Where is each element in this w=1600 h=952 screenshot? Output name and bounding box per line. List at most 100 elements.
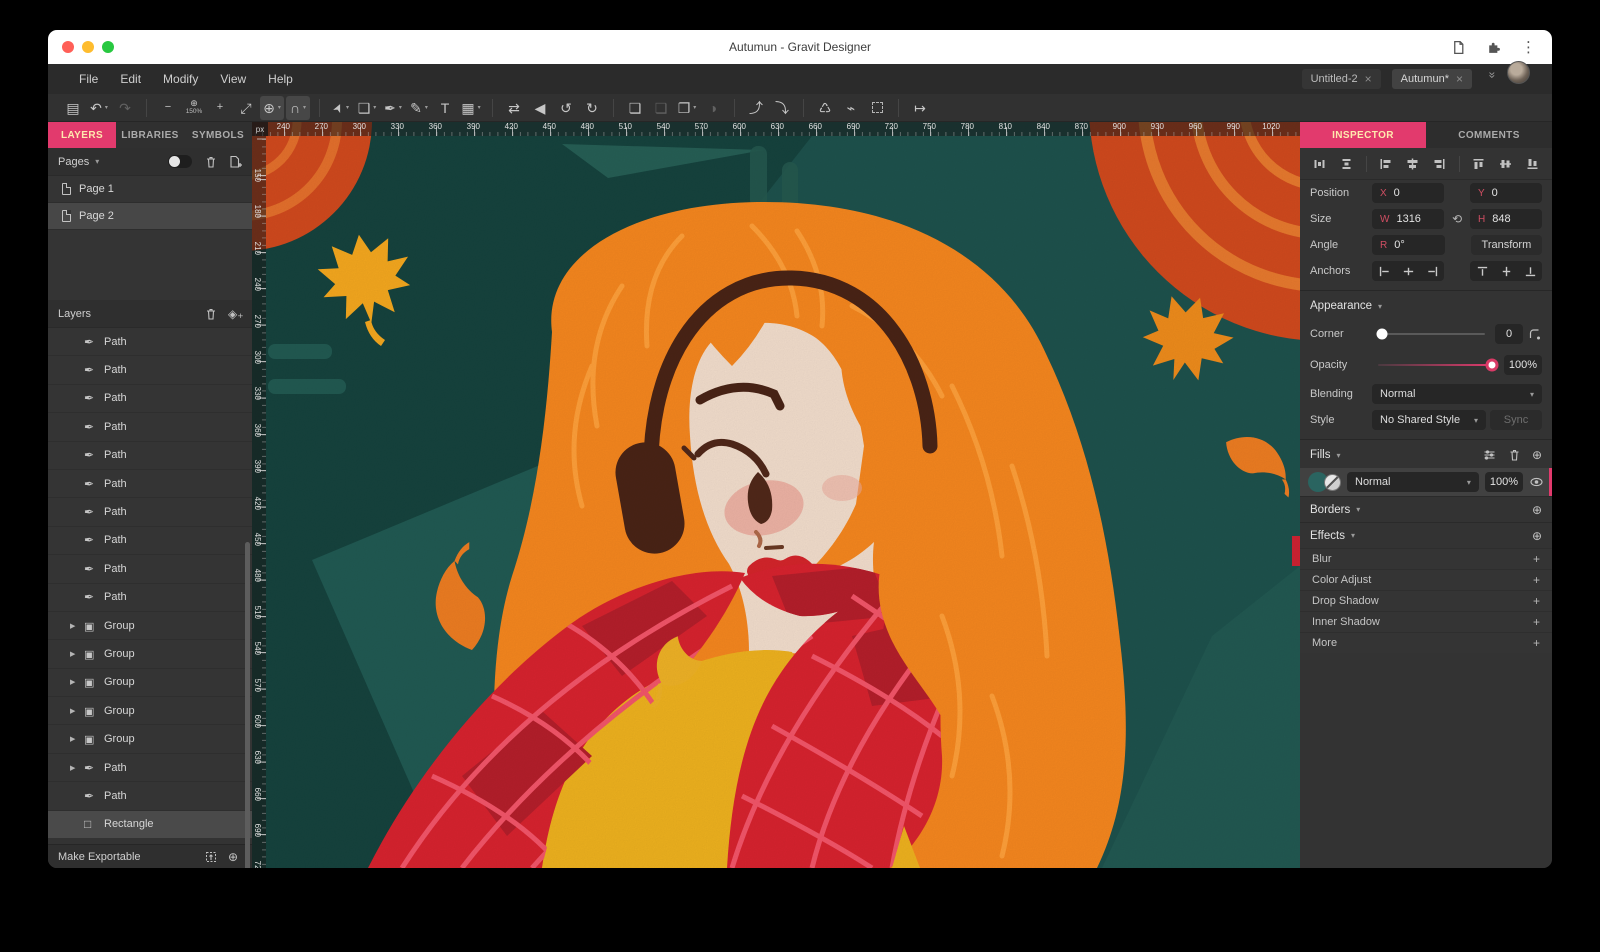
fills-header[interactable]: Fills▾ xyxy=(1300,442,1552,468)
expand-arrow-icon[interactable] xyxy=(70,735,84,743)
anchor-bottom-icon[interactable] xyxy=(1524,265,1537,278)
browser-menu-icon[interactable]: ⋮ xyxy=(1521,38,1536,56)
distribute-horizontal-icon[interactable] xyxy=(1312,157,1327,171)
maximize-window-button[interactable] xyxy=(102,41,114,53)
menu-item[interactable]: Modify xyxy=(152,72,209,86)
plus-icon[interactable] xyxy=(1533,594,1540,608)
layer-row[interactable]: Path xyxy=(48,442,252,470)
anchor-right-icon[interactable] xyxy=(1426,265,1439,278)
effects-header[interactable]: Effects▾ xyxy=(1300,522,1552,548)
size-link-icon[interactable] xyxy=(1448,212,1466,226)
anchor-center-icon[interactable] xyxy=(1402,265,1415,278)
add-fill-icon[interactable] xyxy=(1532,448,1542,462)
borders-header[interactable]: Borders▾ xyxy=(1300,496,1552,522)
close-window-button[interactable] xyxy=(62,41,74,53)
fill-blend-dropdown[interactable]: Normal▾ xyxy=(1347,472,1479,492)
layer-row[interactable]: Path xyxy=(48,498,252,526)
layer-row[interactable]: Path xyxy=(48,527,252,555)
left-panel-tab[interactable]: LIBRARIES xyxy=(116,122,184,148)
effect-row[interactable]: Inner Shadow xyxy=(1300,611,1552,632)
zoom-in-plus-icon[interactable]: + ▾ xyxy=(208,96,232,120)
rotate-cw-icon[interactable]: ↻ ▾ xyxy=(580,96,604,120)
layer-row[interactable]: Path xyxy=(48,470,252,498)
width-field[interactable]: W1316 xyxy=(1372,209,1444,229)
layer-row[interactable]: Path xyxy=(48,754,252,782)
left-panel-tab[interactable]: SYMBOLS xyxy=(184,122,252,148)
layer-row[interactable]: Group xyxy=(48,725,252,753)
flip-vertical-icon[interactable]: ◀ ▾ xyxy=(528,96,552,120)
marker-tool-icon[interactable]: ✎ ▾ xyxy=(407,96,431,120)
export-frame-icon[interactable] xyxy=(204,850,218,864)
mask-icon[interactable]: ◑ ▾ xyxy=(701,96,725,120)
inspector-tab[interactable]: INSPECTOR xyxy=(1300,122,1426,148)
page-row[interactable]: Page 1 xyxy=(48,176,252,203)
layer-row[interactable]: Path xyxy=(48,584,252,612)
pointer-tool-icon[interactable]: ➤ ▾ xyxy=(329,96,353,120)
menu-item[interactable]: View xyxy=(209,72,257,86)
save-icon[interactable]: ▤ ▾ xyxy=(61,96,85,120)
effect-row[interactable]: Drop Shadow xyxy=(1300,590,1552,611)
close-icon[interactable]: × xyxy=(1456,72,1463,86)
fill-opacity-value[interactable]: 100% xyxy=(1485,472,1523,492)
extension-puzzle-icon[interactable] xyxy=(1486,40,1501,55)
avatar[interactable] xyxy=(1507,61,1530,84)
add-export-icon[interactable] xyxy=(228,850,242,864)
chevron-double-icon[interactable]: » xyxy=(1486,72,1500,79)
convert-icon[interactable]: ♺ ▾ xyxy=(813,96,837,120)
zoom-fit-icon[interactable]: ⤢ ▾ xyxy=(234,96,258,120)
layer-row[interactable]: Path xyxy=(48,356,252,384)
layer-row[interactable]: Rectangle xyxy=(48,811,252,838)
zoom-tool-icon[interactable]: ⊕ ▾ xyxy=(260,96,284,120)
height-field[interactable]: H848 xyxy=(1470,209,1542,229)
align-right-icon[interactable] xyxy=(1432,157,1447,171)
eyedropper-icon[interactable] xyxy=(1324,474,1341,491)
snap-magnet-icon[interactable]: ∩ ▾ xyxy=(286,96,310,120)
marquee-icon[interactable]: ▾ xyxy=(865,96,889,120)
horizontal-ruler[interactable]: 2402703003303603904204504805105405706006… xyxy=(252,122,1300,136)
expand-arrow-icon[interactable] xyxy=(70,622,84,630)
layer-row[interactable]: Group xyxy=(48,697,252,725)
ungroup-icon[interactable]: ❏ ▾ xyxy=(649,96,673,120)
add-effect-icon[interactable] xyxy=(1532,529,1542,543)
boolean-ops-icon[interactable]: ❐ ▾ xyxy=(675,96,699,120)
trash-icon[interactable] xyxy=(1507,448,1522,462)
distribute-vertical-icon[interactable] xyxy=(1339,157,1354,171)
effect-row[interactable]: Blur xyxy=(1300,548,1552,569)
align-bottom-icon[interactable] xyxy=(1525,157,1540,171)
corner-value[interactable]: 0 xyxy=(1495,324,1523,344)
opacity-slider[interactable] xyxy=(1378,364,1494,366)
add-border-icon[interactable] xyxy=(1532,503,1542,517)
menu-item[interactable]: Help xyxy=(257,72,304,86)
connector-icon[interactable]: ⌁ ▾ xyxy=(839,96,863,120)
shared-style-dropdown[interactable]: No Shared Style▾ xyxy=(1372,410,1486,430)
layers-scrollbar[interactable] xyxy=(245,542,250,868)
text-tool-icon[interactable]: T ▾ xyxy=(433,96,457,120)
shape-tool-icon[interactable]: ❑ ▾ xyxy=(355,96,379,120)
appearance-header[interactable]: Appearance▾ xyxy=(1300,293,1552,319)
plus-icon[interactable] xyxy=(1533,636,1540,650)
menu-item[interactable]: Edit xyxy=(109,72,152,86)
page-row[interactable]: Page 2 xyxy=(48,203,252,230)
document-tab[interactable]: Untitled-2 × xyxy=(1302,69,1381,89)
layer-row[interactable]: Path xyxy=(48,555,252,583)
layer-row[interactable]: Path xyxy=(48,385,252,413)
zoom-out-icon[interactable]: − ▾ xyxy=(156,96,180,120)
sync-button[interactable]: Sync xyxy=(1490,410,1542,430)
layer-row[interactable]: Path xyxy=(48,328,252,356)
fill-row[interactable]: Normal▾ 100% xyxy=(1300,468,1552,496)
close-icon[interactable]: × xyxy=(1365,72,1372,86)
corner-slider[interactable] xyxy=(1378,333,1485,335)
align-center-horizontal-icon[interactable] xyxy=(1405,157,1420,171)
corner-options-icon[interactable] xyxy=(1527,327,1542,341)
pen-tool-icon[interactable]: ✒ ▾ xyxy=(381,96,405,120)
anchor-middle-icon[interactable] xyxy=(1500,265,1513,278)
effect-row[interactable]: Color Adjust xyxy=(1300,569,1552,590)
plus-icon[interactable] xyxy=(1533,552,1540,566)
plus-icon[interactable] xyxy=(1533,615,1540,629)
image-tool-icon[interactable]: ▦ ▾ xyxy=(459,96,483,120)
expand-arrow-icon[interactable] xyxy=(70,764,84,772)
position-x-field[interactable]: X0 xyxy=(1372,183,1444,203)
menu-item[interactable]: File xyxy=(68,72,109,86)
position-y-field[interactable]: Y0 xyxy=(1470,183,1542,203)
eye-visibility-icon[interactable] xyxy=(1529,475,1544,489)
